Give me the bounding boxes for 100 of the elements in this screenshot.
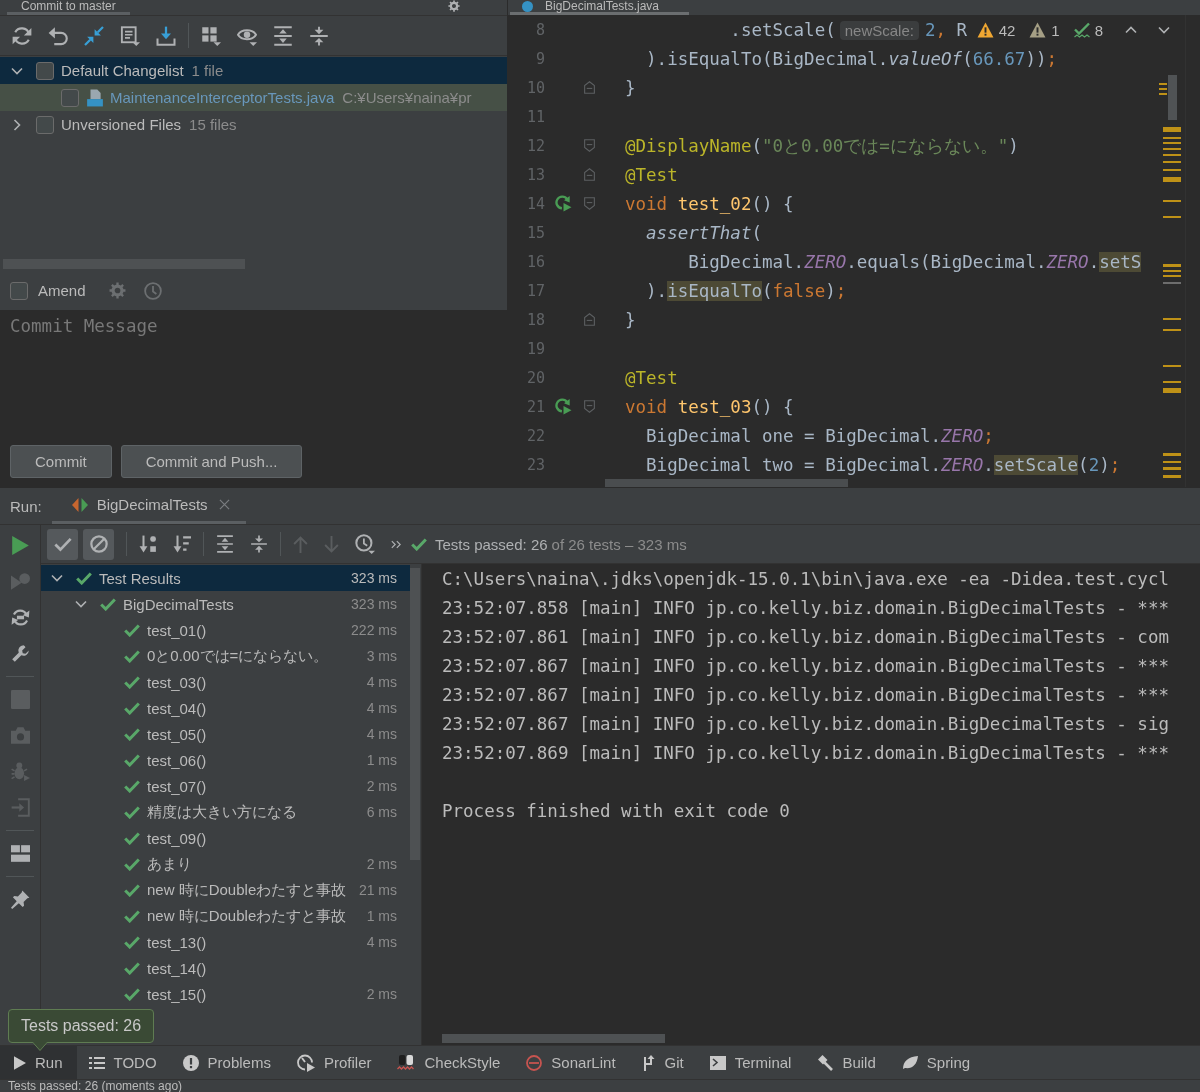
fold-marker-icon[interactable] (584, 81, 595, 94)
run-gutter-icon[interactable] (555, 398, 572, 415)
checkbox[interactable] (10, 281, 28, 300)
tree-row[interactable]: 精度は大きい方になる 6 ms (41, 799, 410, 825)
undo-icon[interactable] (48, 25, 68, 46)
double-chevron-icon[interactable] (391, 539, 401, 549)
tree-row[interactable]: test_05() 4 ms (41, 721, 410, 747)
tree-row[interactable]: test_03() 4 ms (41, 669, 410, 695)
code-line: ).isEqualTo(false); (645, 280, 847, 301)
tool-window-button[interactable]: TODO (76, 1046, 171, 1079)
tree-row[interactable]: test_06() 1 ms (41, 747, 410, 773)
tree-row[interactable]: test_04() 4 ms (41, 695, 410, 721)
test-name: test_09() (147, 829, 207, 847)
tool-window-button[interactable]: Spring (889, 1046, 985, 1079)
tree-row[interactable]: Test Results 323 ms (41, 565, 410, 591)
fold-marker-icon[interactable] (584, 400, 595, 413)
run-gutter-icon[interactable] (555, 195, 572, 212)
chevron-down-icon[interactable] (1158, 26, 1170, 34)
tool-window-button[interactable]: Terminal (697, 1046, 806, 1079)
tree-row[interactable]: test_14() (41, 955, 410, 981)
grid-dropdown-icon[interactable] (201, 25, 221, 46)
pin-icon[interactable] (10, 889, 30, 909)
test-name: new 時にDoubleわたすと事故 (147, 906, 347, 926)
document-dropdown-icon[interactable] (120, 25, 140, 46)
scrollbar-thumb[interactable] (605, 479, 848, 487)
tree-row[interactable]: Unversioned Files 15 files (0, 111, 507, 138)
checkbox[interactable] (61, 88, 79, 107)
status-text: Tests passed: 26 (moments ago) (8, 1079, 183, 1092)
check-squiggle-icon[interactable] (1073, 22, 1090, 38)
scrollbar-thumb[interactable] (1168, 75, 1177, 120)
problem-count[interactable]: 8 (1094, 21, 1103, 39)
diff-arrows-icon[interactable] (84, 25, 104, 46)
fold-marker-icon[interactable] (584, 197, 595, 210)
chevron-down-icon[interactable] (75, 600, 87, 608)
download-icon[interactable] (156, 25, 176, 46)
commit-message-field[interactable]: Commit Message (0, 310, 507, 445)
scrollbar-thumb[interactable] (410, 568, 420, 860)
problem-count[interactable]: 1 (1051, 21, 1060, 39)
tool-window-button[interactable]: CheckStyle (385, 1046, 515, 1079)
tree-row[interactable]: 0と0.00では=にならない。 3 ms (41, 643, 410, 669)
duration: 4 ms (365, 934, 397, 950)
tree-row[interactable]: test_07() 2 ms (41, 773, 410, 799)
warning-icon[interactable] (976, 22, 994, 38)
tree-row[interactable]: test_09() (41, 825, 410, 851)
code-line: @Test (625, 367, 678, 388)
file-count: 15 files (189, 116, 237, 133)
collapse-all-icon[interactable] (309, 25, 329, 46)
fold-marker-icon[interactable] (584, 139, 595, 152)
fold-marker-icon[interactable] (584, 313, 595, 326)
tool-window-button[interactable]: Problems (170, 1046, 285, 1079)
console-line: 23:52:07.861 [main] INFO jp.co.kelly.biz.domain.BigDecimalTests - com (442, 626, 1169, 649)
tool-window-button[interactable]: SonarLint (514, 1046, 630, 1079)
checkbox[interactable] (36, 115, 54, 134)
checkbox[interactable] (36, 61, 54, 80)
chevron-right-icon[interactable] (13, 118, 21, 131)
collapse-all-icon[interactable] (250, 535, 268, 553)
expand-all-icon[interactable] (216, 535, 234, 553)
scrollbar-thumb[interactable] (442, 1034, 665, 1043)
tool-window-button[interactable]: Git (629, 1046, 698, 1079)
tree-row[interactable]: new 時にDoubleわたすと事故 1 ms (41, 903, 410, 929)
sort-icon[interactable] (139, 535, 157, 553)
history-clock-icon[interactable] (355, 534, 375, 554)
line-number: 11 (526, 107, 546, 126)
tree-row[interactable]: BigDecimalTests 323 ms (41, 591, 410, 617)
tree-row[interactable]: Default Changelist 1 file (0, 57, 507, 84)
commit-button[interactable]: Commit (10, 445, 112, 478)
refresh-icon[interactable] (12, 25, 32, 46)
cycle-arrows-icon[interactable] (10, 607, 30, 627)
show-ignored-toggle[interactable] (83, 528, 114, 560)
line-number: 13 (526, 165, 546, 184)
panel-tab[interactable]: Commit to master (7, 0, 130, 15)
tree-row[interactable]: test_13() 4 ms (41, 929, 410, 955)
close-icon[interactable] (218, 499, 230, 510)
chevron-down-icon[interactable] (51, 574, 63, 582)
tree-row[interactable]: test_15() 2 ms (41, 981, 410, 1007)
run-tab[interactable]: BigDecimalTests (51, 488, 246, 524)
chevron-down-icon[interactable] (11, 66, 23, 75)
wrench-icon[interactable] (10, 643, 30, 663)
expand-all-icon[interactable] (273, 25, 293, 46)
tool-window-button[interactable]: Run (0, 1046, 77, 1079)
tree-row[interactable]: new 時にDoubleわたすと事故 21 ms (41, 877, 410, 903)
run-icon[interactable] (10, 535, 30, 555)
duration: 222 ms (350, 622, 397, 638)
checkbox-label[interactable]: Amend (38, 282, 86, 299)
tool-window-button[interactable]: Build (805, 1046, 890, 1079)
layout-icon[interactable] (10, 844, 30, 862)
tree-row[interactable]: test_01() 222 ms (41, 617, 410, 643)
sort-list-icon[interactable] (173, 535, 191, 553)
weak-warning-icon[interactable] (1029, 22, 1047, 38)
settings-icon[interactable] (448, 0, 460, 12)
commit-push-button[interactable]: Commit and Push... (120, 445, 303, 478)
problem-count[interactable]: 42 (998, 21, 1016, 39)
chevron-up-icon[interactable] (1125, 26, 1137, 34)
tree-row[interactable]: あまり 2 ms (41, 851, 410, 877)
code-line: BigDecimal two = BigDecimal.ZERO.setScale(2); (645, 454, 1121, 475)
code-line: BigDecimal one = BigDecimal.ZERO; (645, 425, 994, 446)
fold-marker-icon[interactable] (584, 168, 595, 181)
tool-window-button[interactable]: Profiler (284, 1046, 386, 1079)
file-count: 1 file (191, 62, 224, 79)
show-passed-toggle[interactable] (47, 528, 78, 560)
